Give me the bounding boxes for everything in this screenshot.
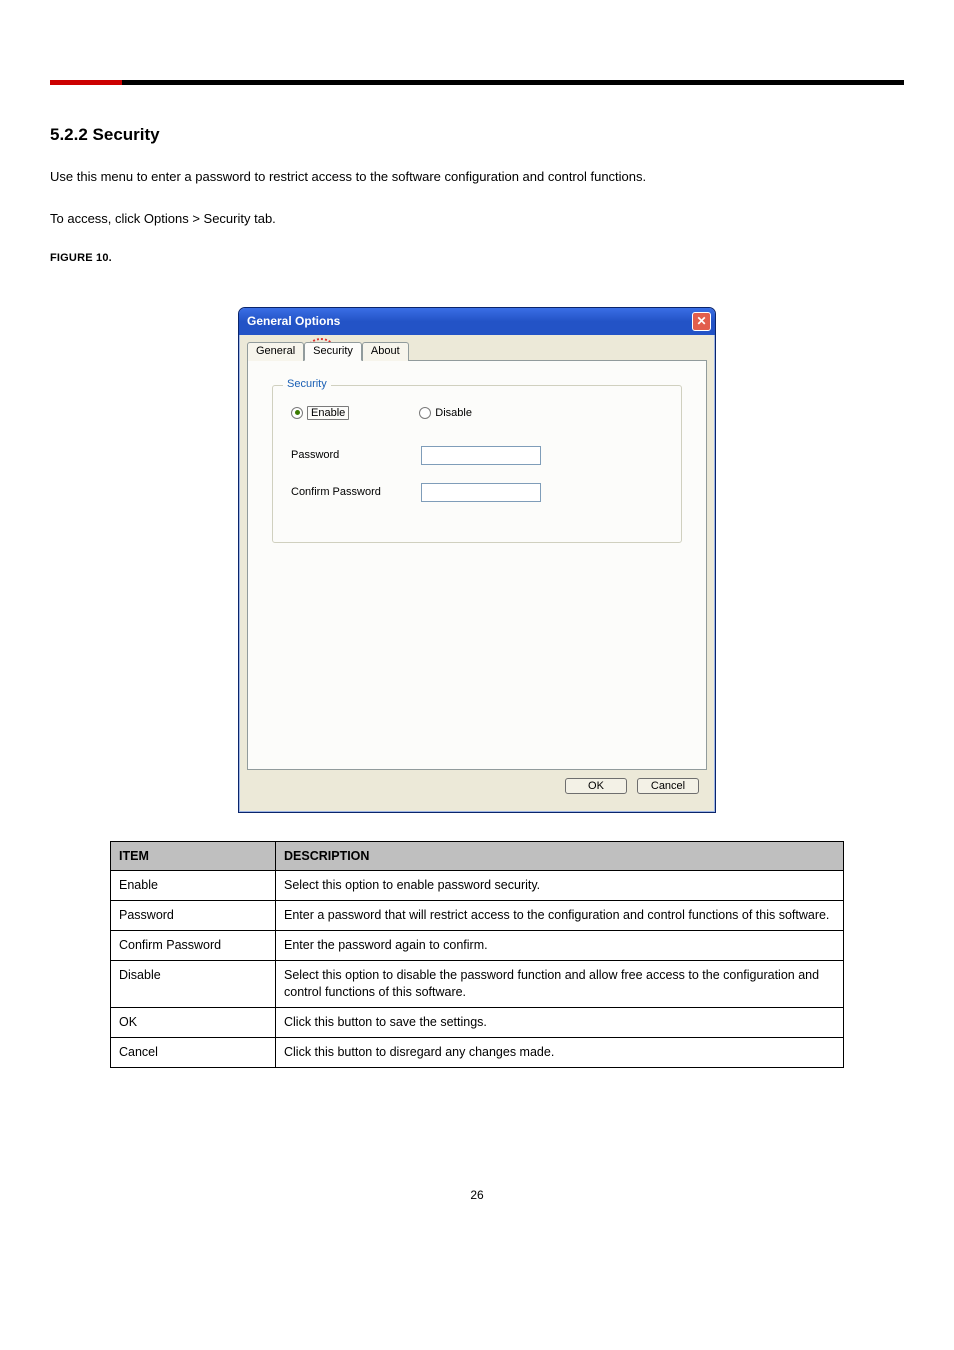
section-heading: 5.2.2 Security [50, 125, 904, 145]
dialog-title: General Options [247, 314, 340, 328]
radio-enable[interactable]: Enable [291, 406, 349, 420]
table-cell-desc: Click this button to save the settings. [276, 1007, 844, 1037]
header-rule [50, 80, 904, 85]
options-dialog: General Options ✕ General Security About [238, 307, 716, 813]
dialog-titlebar: General Options ✕ [239, 308, 715, 335]
table-cell-item: Enable [111, 871, 276, 901]
password-input[interactable] [421, 446, 541, 465]
tab-security[interactable]: Security [304, 342, 362, 361]
table-row: Cancel Click this button to disregard an… [111, 1037, 844, 1067]
table-cell-desc: Enter the password again to confirm. [276, 931, 844, 961]
password-label: Password [291, 449, 421, 461]
close-button[interactable]: ✕ [692, 312, 711, 331]
table-header-desc: DESCRIPTION [276, 841, 844, 871]
security-group: Security Enable Disable [272, 385, 682, 543]
table-cell-desc: Select this option to enable password se… [276, 871, 844, 901]
radio-icon [419, 407, 431, 419]
table-cell-desc: Enter a password that will restrict acce… [276, 901, 844, 931]
table-row: Enable Select this option to enable pass… [111, 871, 844, 901]
table-cell-item: OK [111, 1007, 276, 1037]
radio-icon [291, 407, 303, 419]
table-row: Disable Select this option to disable th… [111, 961, 844, 1008]
group-title: Security [283, 378, 331, 390]
table-cell-desc: Click this button to disregard any chang… [276, 1037, 844, 1067]
tab-general[interactable]: General [247, 342, 304, 361]
table-cell-item: Cancel [111, 1037, 276, 1067]
table-row: Password Enter a password that will rest… [111, 901, 844, 931]
table-cell-item: Disable [111, 961, 276, 1008]
table-header-row: ITEM DESCRIPTION [111, 841, 844, 871]
cancel-button[interactable]: Cancel [637, 778, 699, 794]
radio-disable[interactable]: Disable [419, 406, 472, 420]
tabstrip: General Security About [247, 342, 707, 361]
close-icon: ✕ [696, 315, 706, 327]
confirm-password-label: Confirm Password [291, 486, 421, 498]
page-number: 26 [50, 1188, 904, 1202]
tab-panel-security: Security Enable Disable [247, 360, 707, 770]
description-table: ITEM DESCRIPTION Enable Select this opti… [110, 841, 844, 1068]
table-row: OK Click this button to save the setting… [111, 1007, 844, 1037]
table-header-item: ITEM [111, 841, 276, 871]
figure-label: FIGURE 10. [50, 250, 904, 267]
tab-about[interactable]: About [362, 342, 409, 361]
radio-enable-label: Enable [307, 406, 349, 420]
section-paragraph-1: Use this menu to enter a password to res… [50, 167, 904, 187]
table-row: Confirm Password Enter the password agai… [111, 931, 844, 961]
table-cell-item: Password [111, 901, 276, 931]
radio-disable-label: Disable [435, 407, 472, 419]
section-paragraph-2: To access, click Options > Security tab. [50, 209, 904, 229]
confirm-password-input[interactable] [421, 483, 541, 502]
figure-container: General Options ✕ General Security About [50, 307, 904, 813]
table-cell-item: Confirm Password [111, 931, 276, 961]
table-cell-desc: Select this option to disable the passwo… [276, 961, 844, 1008]
ok-button[interactable]: OK [565, 778, 627, 794]
